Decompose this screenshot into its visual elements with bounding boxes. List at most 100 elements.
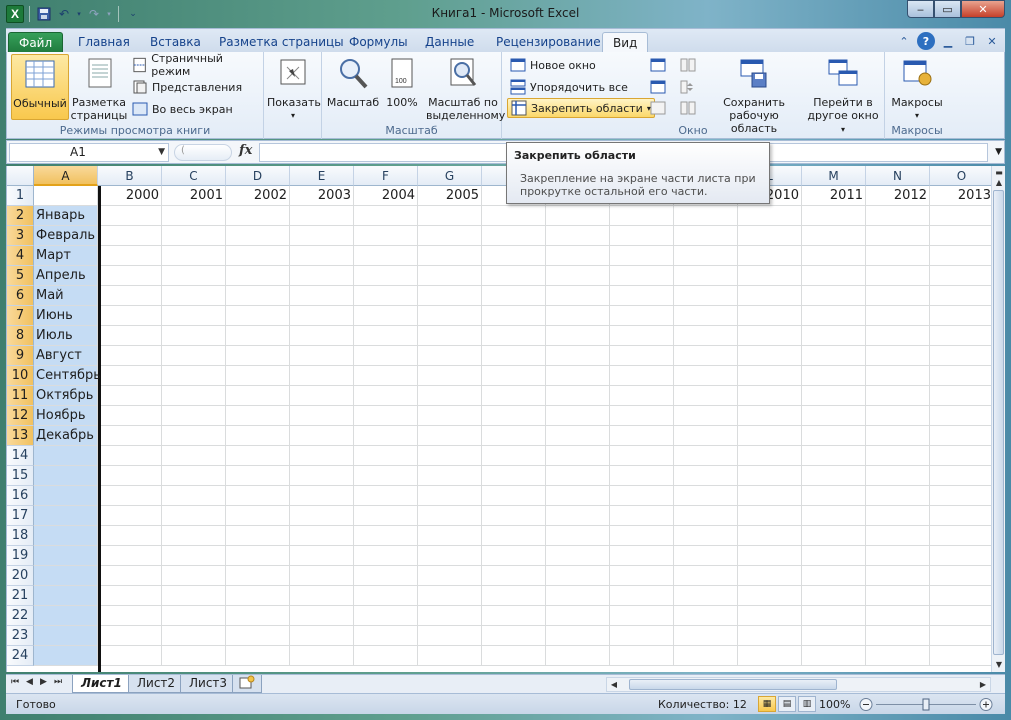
row-header-20[interactable]: 20 (7, 566, 34, 586)
cell-n15[interactable] (866, 466, 930, 486)
cell-l7[interactable] (738, 306, 802, 326)
row-header-16[interactable]: 16 (7, 486, 34, 506)
cell-b21[interactable] (98, 586, 162, 606)
cell-a6[interactable]: Май (34, 286, 98, 306)
cell-d15[interactable] (226, 466, 290, 486)
cell-e12[interactable] (290, 406, 354, 426)
cell-g21[interactable] (418, 586, 482, 606)
tab-page-layout[interactable]: Разметка страницы (209, 32, 354, 53)
cell-j15[interactable] (610, 466, 674, 486)
cell-e17[interactable] (290, 506, 354, 526)
cell-e11[interactable] (290, 386, 354, 406)
cell-a4[interactable]: Март (34, 246, 98, 266)
cell-c24[interactable] (162, 646, 226, 666)
maximize-button[interactable]: ▭ (934, 0, 961, 18)
cell-f21[interactable] (354, 586, 418, 606)
cell-k7[interactable] (674, 306, 738, 326)
save-workspace-button[interactable]: Сохранить рабочую область (709, 54, 799, 135)
cell-j10[interactable] (610, 366, 674, 386)
split-button[interactable] (647, 55, 669, 75)
cell-m13[interactable] (802, 426, 866, 446)
cell-i7[interactable] (546, 306, 610, 326)
cell-l6[interactable] (738, 286, 802, 306)
cell-f9[interactable] (354, 346, 418, 366)
cell-k4[interactable] (674, 246, 738, 266)
cell-o3[interactable] (930, 226, 991, 246)
cell-l10[interactable] (738, 366, 802, 386)
switch-windows-button[interactable]: Перейти в другое окно ▾ (805, 54, 881, 134)
cell-o4[interactable] (930, 246, 991, 266)
cell-c5[interactable] (162, 266, 226, 286)
cell-g9[interactable] (418, 346, 482, 366)
cell-m9[interactable] (802, 346, 866, 366)
zoom-level[interactable]: 100% (819, 698, 850, 711)
cell-d24[interactable] (226, 646, 290, 666)
cell-n17[interactable] (866, 506, 930, 526)
cell-d1[interactable]: 2002 (226, 186, 290, 206)
page-break-preview-button[interactable]: Страничный режим (129, 52, 263, 78)
cell-m14[interactable] (802, 446, 866, 466)
cell-e3[interactable] (290, 226, 354, 246)
cell-b16[interactable] (98, 486, 162, 506)
scroll-left-icon[interactable]: ◀ (607, 678, 621, 692)
cell-b10[interactable] (98, 366, 162, 386)
cell-e10[interactable] (290, 366, 354, 386)
cell-m17[interactable] (802, 506, 866, 526)
cell-a2[interactable]: Январь (34, 206, 98, 226)
collapse-ribbon-icon[interactable]: ⌃ (895, 32, 913, 50)
cell-l11[interactable] (738, 386, 802, 406)
cell-d9[interactable] (226, 346, 290, 366)
column-header-c[interactable]: C (162, 166, 226, 186)
cell-g18[interactable] (418, 526, 482, 546)
cell-n6[interactable] (866, 286, 930, 306)
cell-d23[interactable] (226, 626, 290, 646)
cell-d19[interactable] (226, 546, 290, 566)
cell-n1[interactable]: 2012 (866, 186, 930, 206)
cell-l12[interactable] (738, 406, 802, 426)
row-header-24[interactable]: 24 (7, 646, 34, 666)
cell-b12[interactable] (98, 406, 162, 426)
cell-c13[interactable] (162, 426, 226, 446)
cell-k13[interactable] (674, 426, 738, 446)
restore-workbook-icon[interactable]: ❐ (961, 32, 979, 50)
cell-f2[interactable] (354, 206, 418, 226)
cell-l19[interactable] (738, 546, 802, 566)
tab-view[interactable]: Вид (602, 32, 649, 53)
cell-i14[interactable] (546, 446, 610, 466)
cell-b5[interactable] (98, 266, 162, 286)
cell-b17[interactable] (98, 506, 162, 526)
sheet-tab-1[interactable]: Лист1 (72, 675, 131, 693)
cell-l20[interactable] (738, 566, 802, 586)
custom-views-button[interactable]: Представления (129, 77, 245, 97)
cell-h4[interactable] (482, 246, 546, 266)
cell-k9[interactable] (674, 346, 738, 366)
cell-l18[interactable] (738, 526, 802, 546)
scroll-right-icon[interactable]: ▶ (976, 678, 990, 692)
expand-formula-bar-icon[interactable]: ▼ (995, 147, 1002, 157)
cell-n20[interactable] (866, 566, 930, 586)
cell-k5[interactable] (674, 266, 738, 286)
cell-o18[interactable] (930, 526, 991, 546)
cell-b7[interactable] (98, 306, 162, 326)
cell-c1[interactable]: 2001 (162, 186, 226, 206)
cell-i12[interactable] (546, 406, 610, 426)
cell-i16[interactable] (546, 486, 610, 506)
tab-insert[interactable]: Вставка (140, 32, 211, 53)
cell-b3[interactable] (98, 226, 162, 246)
close-workbook-icon[interactable]: ✕ (983, 32, 1001, 50)
column-header-m[interactable]: M (802, 166, 866, 186)
tab-review[interactable]: Рецензирование (486, 32, 611, 53)
cell-b19[interactable] (98, 546, 162, 566)
cell-n5[interactable] (866, 266, 930, 286)
cell-n11[interactable] (866, 386, 930, 406)
cell-n4[interactable] (866, 246, 930, 266)
cell-e2[interactable] (290, 206, 354, 226)
cell-j16[interactable] (610, 486, 674, 506)
worksheet-grid[interactable]: ABCDEFGHIJKLMNO1200020012002200320042005… (6, 166, 991, 672)
zoom-100-button[interactable]: 100 100% (382, 54, 422, 120)
cell-d5[interactable] (226, 266, 290, 286)
cell-j5[interactable] (610, 266, 674, 286)
arrange-all-button[interactable]: Упорядочить все (507, 77, 631, 97)
cell-b18[interactable] (98, 526, 162, 546)
cell-h23[interactable] (482, 626, 546, 646)
